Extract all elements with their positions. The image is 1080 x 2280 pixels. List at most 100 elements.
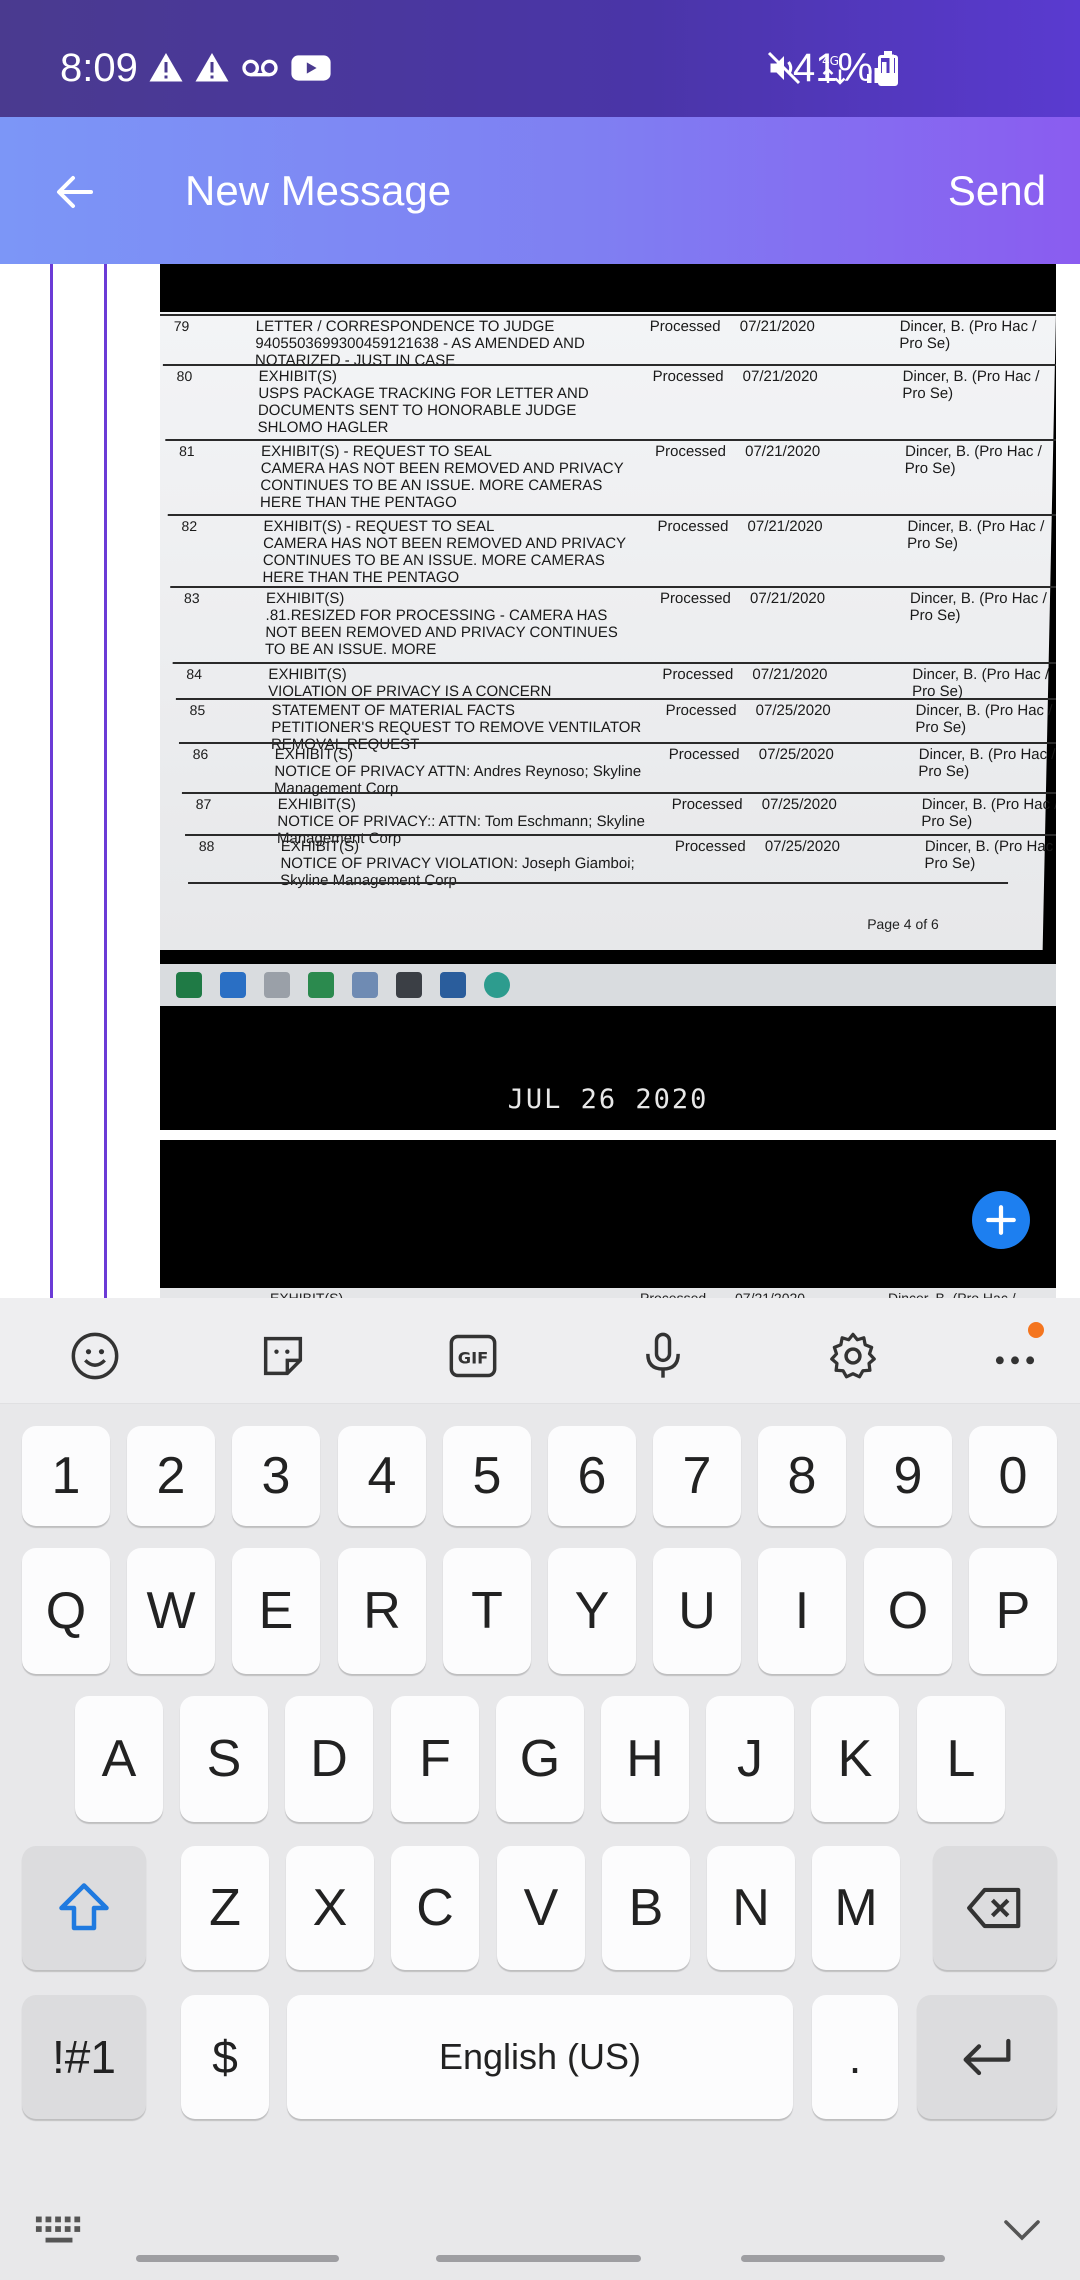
key-f[interactable]: F: [391, 1696, 479, 1822]
key-y[interactable]: Y: [548, 1548, 636, 1674]
key-l[interactable]: L: [917, 1696, 1005, 1822]
key-k[interactable]: K: [811, 1696, 899, 1822]
notification-dot: [1028, 1322, 1044, 1338]
sticker-button[interactable]: [253, 1328, 313, 1384]
strip-desc: EXHIBIT(S): [270, 1290, 344, 1298]
period-key[interactable]: .: [812, 1995, 898, 2119]
more-icon: [995, 1356, 1035, 1365]
row-description: EXHIBIT(S) - REQUEST TO SEAL CAMERA HAS …: [262, 518, 627, 586]
key-b[interactable]: B: [602, 1846, 690, 1970]
currency-key[interactable]: $: [181, 1995, 269, 2119]
status-notification-icons: [148, 50, 332, 86]
mic-icon: [646, 1332, 680, 1378]
key-h[interactable]: H: [601, 1696, 689, 1822]
key-5[interactable]: 5: [443, 1426, 531, 1526]
key-n[interactable]: N: [707, 1846, 795, 1970]
battery-percent: 41%: [793, 46, 874, 90]
key-u[interactable]: U: [653, 1548, 741, 1674]
document-row: 86 EXHIBIT(S) NOTICE OF PRIVACY ATTN: And…: [178, 742, 1056, 797]
row-number: 84: [186, 666, 203, 682]
nav-bar-home[interactable]: [436, 2255, 641, 2262]
key-m[interactable]: M: [812, 1846, 900, 1970]
row-filer: Dincer, B. (Pro Hac / Pro Se): [909, 590, 1047, 624]
key-r[interactable]: R: [338, 1548, 426, 1674]
send-button[interactable]: Send: [948, 167, 1046, 215]
voice-input-button[interactable]: [633, 1328, 693, 1384]
key-2[interactable]: 2: [127, 1426, 215, 1526]
strip-status: Processed: [640, 1290, 707, 1298]
key-4[interactable]: 4: [338, 1426, 426, 1526]
key-x[interactable]: X: [286, 1846, 374, 1970]
key-z[interactable]: Z: [181, 1846, 269, 1970]
page-number: Page 4 of 6: [867, 916, 939, 932]
row-filer: Dincer, B. (Pro Hac / Pro Se): [915, 702, 1053, 736]
key-j[interactable]: J: [706, 1696, 794, 1822]
gif-button[interactable]: GIF: [443, 1328, 503, 1384]
key-w[interactable]: W: [127, 1548, 215, 1674]
photo-date-stamp: JUL 26 2020: [507, 1084, 709, 1115]
key-c[interactable]: C: [391, 1846, 479, 1970]
row-date: 07/21/2020: [749, 590, 826, 607]
add-attachment-button[interactable]: [972, 1191, 1030, 1249]
row-status: Processed: [665, 702, 737, 719]
key-e[interactable]: E: [232, 1548, 320, 1674]
key-1[interactable]: 1: [22, 1426, 110, 1526]
keyboard-settings-button[interactable]: [823, 1328, 883, 1384]
emoji-button[interactable]: [65, 1328, 125, 1384]
key-i[interactable]: I: [758, 1548, 846, 1674]
key-0[interactable]: 0: [969, 1426, 1057, 1526]
key-7[interactable]: 7: [653, 1426, 741, 1526]
row-status: Processed: [654, 443, 727, 460]
key-o[interactable]: O: [864, 1548, 952, 1674]
document-row-divider: [188, 882, 1009, 884]
attached-photo[interactable]: EXHIBIT(S) Processed 07/21/2020 Dincer, …: [160, 1140, 1056, 1298]
row-number: 82: [181, 518, 198, 534]
backspace-key[interactable]: [933, 1846, 1057, 1970]
key-q[interactable]: Q: [22, 1548, 110, 1674]
gear-icon: [830, 1332, 876, 1379]
space-key[interactable]: English (US): [287, 1995, 793, 2119]
row-number: 86: [192, 746, 209, 762]
document-row: 88 EXHIBIT(S) NOTICE OF PRIVACY VIOLATION…: [185, 834, 1056, 889]
key-9[interactable]: 9: [864, 1426, 952, 1526]
key-3[interactable]: 3: [232, 1426, 320, 1526]
key-a[interactable]: A: [75, 1696, 163, 1822]
youtube-icon: [291, 55, 331, 81]
battery-icon: [878, 51, 898, 86]
row-date: 07/25/2020: [761, 796, 837, 813]
key-g[interactable]: G: [496, 1696, 584, 1822]
row-filer: Dincer, B. (Pro Hac / Pro Se): [904, 443, 1042, 477]
row-description: EXHIBIT(S) NOTICE OF PRIVACY ATTN: Andre…: [273, 746, 642, 797]
key-8[interactable]: 8: [758, 1426, 846, 1526]
document-row: 87 EXHIBIT(S) NOTICE OF PRIVACY:: ATTN: T…: [181, 792, 1056, 847]
row-date: 07/25/2020: [755, 702, 831, 719]
row-filer: Dincer, B. (Pro Hac / Pro Se): [906, 518, 1045, 552]
key-p[interactable]: P: [969, 1548, 1057, 1674]
keyboard-hide-grid-icon[interactable]: [34, 2210, 84, 2255]
shift-key[interactable]: [22, 1846, 146, 1970]
warning-icon: [149, 53, 183, 82]
chevron-down-icon[interactable]: [998, 2210, 1046, 2255]
document-row: 85 STATEMENT OF MATERIAL FACTS PETITIONER…: [175, 698, 1056, 753]
row-number: 79: [173, 318, 190, 334]
key-v[interactable]: V: [497, 1846, 585, 1970]
key-6[interactable]: 6: [548, 1426, 636, 1526]
enter-key[interactable]: [917, 1995, 1057, 2119]
row-description: LETTER / CORRESPONDENCE TO JUDGE 9405503…: [254, 318, 585, 369]
symbols-key[interactable]: !#1: [22, 1995, 146, 2119]
back-button[interactable]: [40, 157, 110, 227]
status-bar: 8:09 4G 41%: [0, 0, 1080, 117]
thread-line: [50, 264, 53, 1298]
keyboard: GIF 1234567890 QWERTYUIOP ASDFGHJKL ZXCVBNM…: [0, 1298, 1080, 2280]
key-d[interactable]: D: [285, 1696, 373, 1822]
nav-bar-back[interactable]: [741, 2255, 945, 2262]
gif-icon: GIF: [449, 1334, 497, 1378]
emoji-icon: [71, 1332, 119, 1380]
key-t[interactable]: T: [443, 1548, 531, 1674]
plus-icon: [986, 1205, 1016, 1235]
taskbar: [160, 964, 1056, 1006]
nav-bar-recents[interactable]: [136, 2255, 339, 2262]
key-s[interactable]: S: [180, 1696, 268, 1822]
row-date: 07/25/2020: [758, 746, 834, 763]
attached-photo[interactable]: Page 4 of 6 79 LETTER / CORRESPONDENCE TO…: [160, 264, 1056, 1130]
